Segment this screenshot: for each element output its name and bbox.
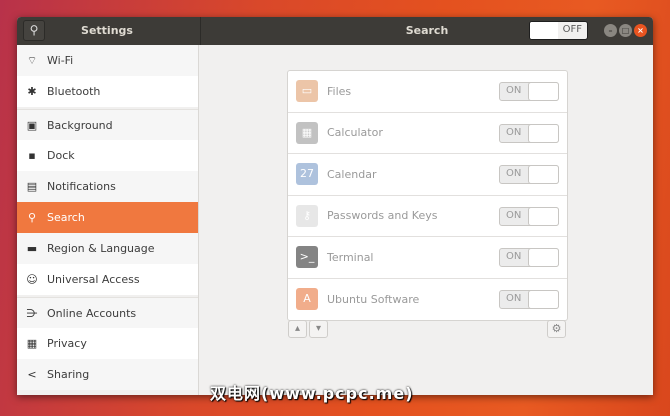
source-name: Passwords and Keys bbox=[327, 209, 438, 223]
minimize-button[interactable]: – bbox=[604, 24, 617, 37]
source-toggle[interactable]: ON bbox=[499, 165, 559, 184]
sidebar: ⌔ Wi-Fi ✱ Bluetooth ▣ Background ▪ Dock ▤ Notific… bbox=[17, 45, 199, 395]
gear-icon: ⚙ bbox=[551, 322, 562, 335]
sidebar-item-online-accounts[interactable]: ⋺ Online Accounts bbox=[17, 297, 198, 328]
toggle-knob bbox=[528, 165, 559, 184]
toggle-label: ON bbox=[506, 251, 522, 262]
search-source-row: ▭ Files ON bbox=[288, 71, 567, 113]
source-toggle[interactable]: ON bbox=[499, 289, 559, 309]
sidebar-title: Settings bbox=[81, 24, 133, 37]
search-source-row: ⚷ Passwords and Keys ON bbox=[288, 196, 567, 237]
toggle-label: ON bbox=[506, 168, 522, 179]
online-accounts-icon: ⋺ bbox=[26, 306, 38, 320]
sidebar-item-label: Privacy bbox=[47, 337, 87, 350]
toggle-knob bbox=[528, 82, 559, 101]
title-divider bbox=[200, 17, 201, 45]
sidebar-item-background[interactable]: ▣ Background bbox=[17, 109, 198, 140]
search-sources-list: ▭ Files ON ▦ Calculator ON 27 Calendar ON ⚷ Passwo… bbox=[287, 70, 568, 321]
sidebar-item-region-language[interactable]: ▬ Region & Language bbox=[17, 233, 198, 264]
source-name: Calculator bbox=[327, 126, 383, 140]
universal-access-icon: ☺ bbox=[26, 273, 38, 286]
source-toggle[interactable]: ON bbox=[499, 82, 559, 101]
toggle-label: ON bbox=[506, 209, 522, 221]
region-icon: ▬ bbox=[26, 242, 38, 255]
search-icon: ⚲ bbox=[27, 211, 37, 224]
search-source-row: A Ubuntu Software ON bbox=[288, 279, 567, 321]
sidebar-item-label: Dock bbox=[47, 149, 75, 162]
notifications-icon: ▤ bbox=[26, 180, 38, 193]
bluetooth-icon: ✱ bbox=[27, 85, 37, 98]
dock-icon: ▪ bbox=[28, 149, 36, 162]
watermark: 双电网(www.pcpc.me) bbox=[210, 384, 414, 403]
sidebar-item-notifications[interactable]: ▤ Notifications bbox=[17, 171, 198, 202]
title-bar: ⚲ Settings Search OFF – □ × bbox=[17, 17, 653, 45]
sidebar-item-universal-access[interactable]: ☺ Universal Access bbox=[17, 264, 198, 295]
sidebar-item-label: Sharing bbox=[47, 368, 90, 381]
toggle-knob bbox=[528, 206, 559, 226]
toggle-knob bbox=[528, 248, 559, 267]
sidebar-item-label: Region & Language bbox=[47, 242, 155, 255]
calculator-app-icon: ▦ bbox=[296, 121, 318, 144]
privacy-icon: ▦ bbox=[26, 337, 38, 350]
source-name: Terminal bbox=[327, 250, 374, 264]
settings-window: ⚲ Settings Search OFF – □ × ⌔ Wi-Fi ✱ Bluet… bbox=[17, 17, 653, 395]
toggle-knob bbox=[528, 289, 559, 309]
sidebar-item-label: Wi-Fi bbox=[47, 54, 74, 67]
search-source-row: >_ Terminal ON bbox=[288, 237, 567, 279]
toggle-knob bbox=[530, 22, 558, 39]
chevron-up-icon: ▴ bbox=[294, 323, 301, 334]
chevron-down-icon: ▾ bbox=[315, 323, 322, 334]
sidebar-item-label: Online Accounts bbox=[47, 306, 137, 320]
toggle-label: OFF bbox=[562, 24, 582, 35]
sidebar-item-label: Universal Access bbox=[47, 273, 140, 286]
sidebar-item-privacy[interactable]: ▦ Privacy bbox=[17, 328, 198, 359]
sidebar-item-bluetooth[interactable]: ✱ Bluetooth bbox=[17, 76, 198, 107]
sidebar-item-label: Background bbox=[47, 118, 113, 132]
wifi-icon: ⌔ bbox=[26, 53, 38, 67]
sidebar-item-label: Search bbox=[47, 211, 85, 224]
source-toggle[interactable]: ON bbox=[499, 206, 559, 226]
search-master-toggle[interactable]: OFF bbox=[529, 21, 588, 40]
source-name: Calendar bbox=[327, 167, 377, 181]
move-down-button[interactable]: ▾ bbox=[309, 320, 328, 338]
source-toggle[interactable]: ON bbox=[499, 248, 559, 267]
terminal-app-icon: >_ bbox=[296, 246, 318, 269]
toggle-knob bbox=[528, 123, 559, 143]
sidebar-item-search[interactable]: ⚲ Search bbox=[17, 202, 198, 233]
maximize-button[interactable]: □ bbox=[619, 24, 632, 37]
files-app-icon: ▭ bbox=[296, 80, 318, 103]
sidebar-item-wi-fi[interactable]: ⌔ Wi-Fi bbox=[17, 45, 198, 76]
search-source-row: ▦ Calculator ON bbox=[288, 113, 567, 154]
toggle-label: ON bbox=[506, 85, 522, 96]
sidebar-item-label: Notifications bbox=[47, 180, 116, 193]
source-name: Files bbox=[327, 84, 352, 98]
source-name: Ubuntu Software bbox=[327, 292, 420, 306]
sidebar-item-dock[interactable]: ▪ Dock bbox=[17, 140, 198, 171]
source-toggle[interactable]: ON bbox=[499, 123, 559, 143]
search-button[interactable]: ⚲ bbox=[23, 20, 45, 41]
toggle-label: ON bbox=[506, 292, 522, 304]
close-button[interactable]: × bbox=[634, 24, 647, 37]
toggle-label: ON bbox=[506, 126, 522, 138]
search-source-row: 27 Calendar ON bbox=[288, 154, 567, 196]
sidebar-item-label: Bluetooth bbox=[47, 85, 101, 98]
ubuntu-software-app-icon: A bbox=[296, 288, 318, 311]
move-up-button[interactable]: ▴ bbox=[288, 320, 307, 338]
sidebar-item-sharing[interactable]: < Sharing bbox=[17, 359, 198, 390]
calendar-app-icon: 27 bbox=[296, 163, 318, 186]
search-icon: ⚲ bbox=[29, 23, 39, 37]
search-locations-button[interactable]: ⚙ bbox=[547, 320, 566, 338]
background-icon: ▣ bbox=[26, 118, 38, 132]
passwords-and-keys-app-icon: ⚷ bbox=[296, 204, 318, 227]
sharing-icon: < bbox=[27, 368, 37, 381]
panel-title: Search bbox=[405, 24, 449, 37]
